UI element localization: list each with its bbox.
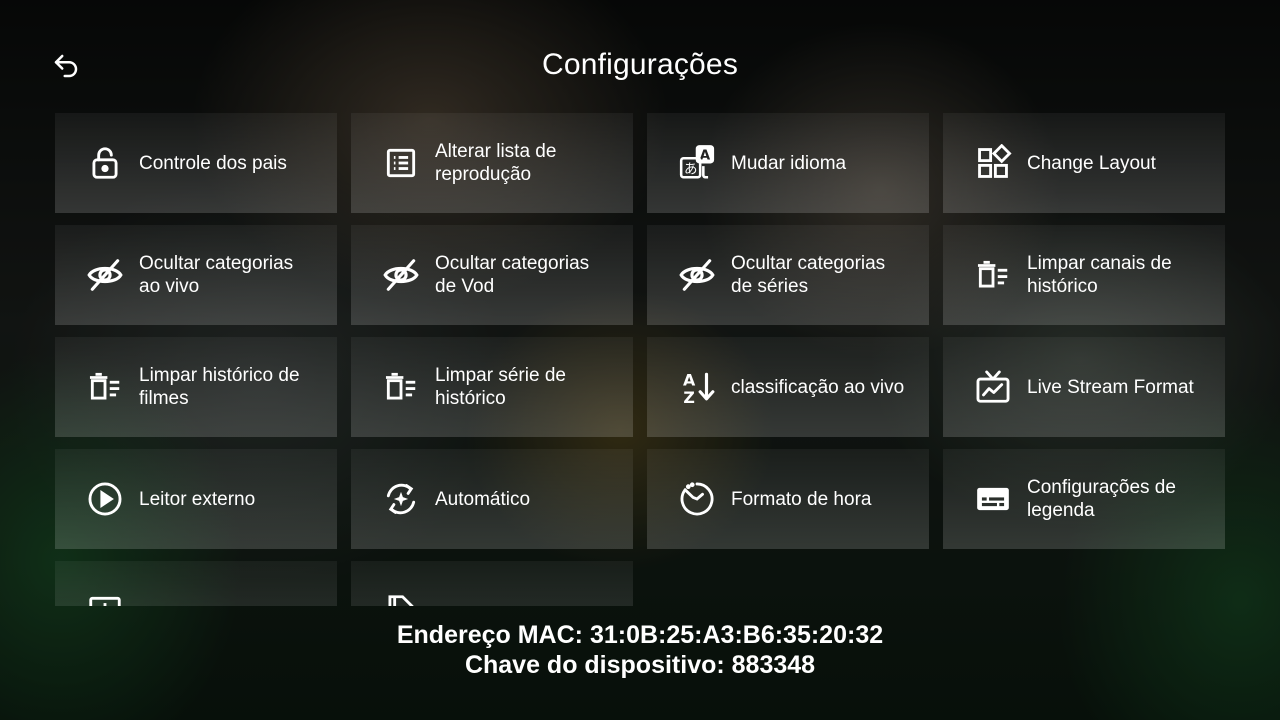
tile-label: Configurações de legenda xyxy=(1027,477,1176,521)
sort-az-icon: A Z xyxy=(677,367,717,407)
tile-change-layout[interactable]: Change Layout xyxy=(943,113,1225,213)
mac-address: Endereço MAC: 31:0B:25:A3:B6:35:20:32 xyxy=(396,621,884,649)
tile-live-sorting[interactable]: A Z classificação ao vivo xyxy=(647,337,929,437)
tile-change-playlist[interactable]: Alterar lista de reprodução xyxy=(351,113,633,213)
trash-list-icon xyxy=(973,255,1013,295)
tile-label: Change Layout xyxy=(1027,152,1156,174)
tile-label: Limpar canais de histórico xyxy=(1027,253,1172,297)
tile-clear-movie-history[interactable]: Limpar histórico de filmes xyxy=(55,337,337,437)
tile-label: Ocultar categorias de séries xyxy=(731,253,886,297)
layout-icon xyxy=(973,143,1013,183)
page-title: Configurações xyxy=(541,48,739,81)
eye-off-icon xyxy=(85,255,125,295)
eye-off-icon xyxy=(381,255,421,295)
tile-partial-file[interactable] xyxy=(351,561,633,606)
tile-hide-vod-categories[interactable]: Ocultar categorias de Vod xyxy=(351,225,633,325)
auto-refresh-icon xyxy=(381,479,421,519)
trash-list-icon xyxy=(381,367,421,407)
tile-hide-live-categories[interactable]: Ocultar categorias ao vivo xyxy=(55,225,337,325)
subtitles-icon xyxy=(973,479,1013,519)
svg-text:Z: Z xyxy=(683,388,694,406)
tile-hide-series-categories[interactable]: Ocultar categorias de séries xyxy=(647,225,929,325)
tile-label: classificação ao vivo xyxy=(731,376,905,398)
settings-grid: Controle dos pais Alterar lista de repro… xyxy=(55,113,1225,606)
lock-open-icon xyxy=(85,143,125,183)
svg-text:A: A xyxy=(683,370,696,389)
tile-label: Limpar série de histórico xyxy=(435,365,566,409)
tile-label: Limpar histórico de filmes xyxy=(139,365,300,409)
tile-label: Alterar lista de reprodução xyxy=(435,141,557,185)
tile-clear-channel-history[interactable]: Limpar canais de histórico xyxy=(943,225,1225,325)
device-info: Endereço MAC: 31:0B:25:A3:B6:35:20:32 Ch… xyxy=(0,620,1280,680)
trash-list-icon xyxy=(85,367,125,407)
tile-clear-series-history[interactable]: Limpar série de histórico xyxy=(351,337,633,437)
tile-label: Mudar idioma xyxy=(731,152,847,174)
playlist-icon xyxy=(381,143,421,183)
tile-partial-screen[interactable] xyxy=(55,561,337,606)
tile-subtitle-settings[interactable]: Configurações de legenda xyxy=(943,449,1225,549)
device-key: Chave do dispositivo: 883348 xyxy=(464,651,816,679)
svg-text:あ: あ xyxy=(684,161,697,177)
screen-icon xyxy=(85,591,125,606)
tile-change-language[interactable]: A あ Mudar idioma xyxy=(647,113,929,213)
tile-time-format[interactable]: Formato de hora xyxy=(647,449,929,549)
tile-label: Formato de hora xyxy=(731,488,872,510)
tv-icon xyxy=(973,367,1013,407)
tile-parental-control[interactable]: Controle dos pais xyxy=(55,113,337,213)
tile-label: Ocultar categorias de Vod xyxy=(435,253,590,297)
translate-icon: A あ xyxy=(677,143,717,183)
tile-label: Automático xyxy=(435,488,531,510)
play-circle-icon xyxy=(85,479,125,519)
tile-live-stream-format[interactable]: Live Stream Format xyxy=(943,337,1225,437)
clock-icon xyxy=(677,479,717,519)
tile-label: Ocultar categorias ao vivo xyxy=(139,253,294,297)
file-icon xyxy=(381,591,421,606)
tile-external-player[interactable]: Leitor externo xyxy=(55,449,337,549)
settings-grid-viewport[interactable]: Controle dos pais Alterar lista de repro… xyxy=(55,113,1225,606)
eye-off-icon xyxy=(677,255,717,295)
tile-label: Live Stream Format xyxy=(1027,376,1194,398)
tile-automatic[interactable]: Automático xyxy=(351,449,633,549)
tile-label: Leitor externo xyxy=(139,488,256,510)
tile-label: Controle dos pais xyxy=(139,152,287,174)
